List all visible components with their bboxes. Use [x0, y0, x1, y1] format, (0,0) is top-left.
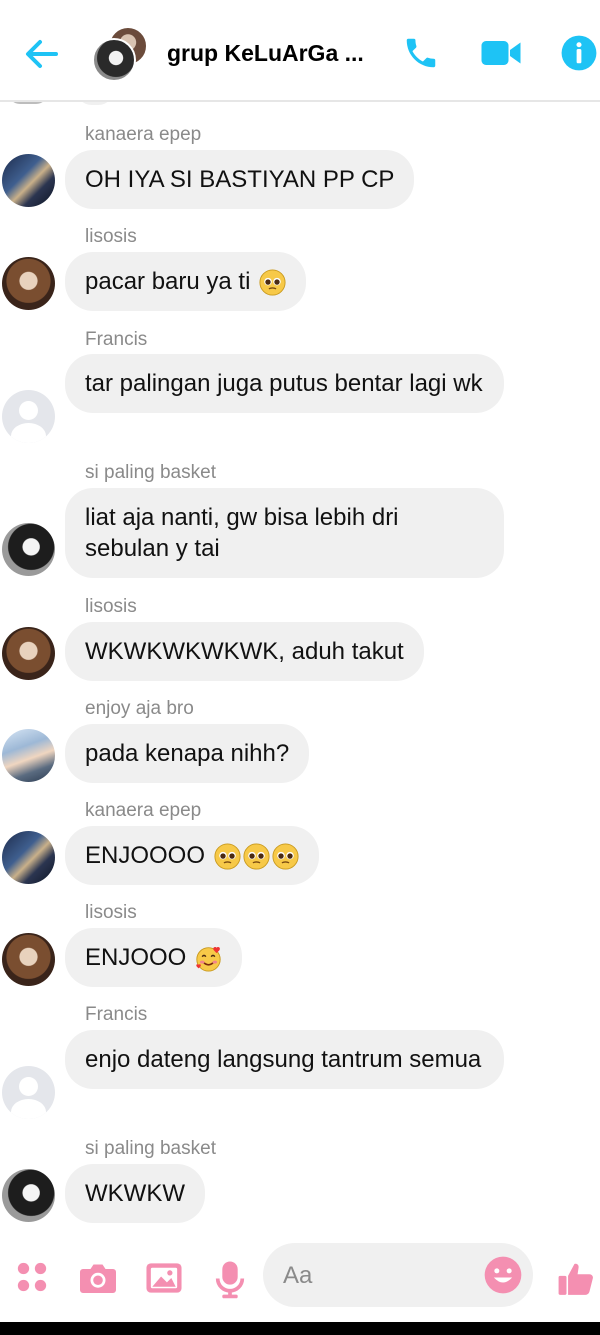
message-text: ENJOOO — [85, 944, 194, 971]
message-bubble[interactable]: tar palingan juga putus bentar lagi wk — [65, 354, 504, 413]
arrow-left-icon[interactable] — [22, 34, 62, 74]
message-text: tar palingan juga putus bentar lagi wk — [85, 370, 483, 397]
message-bubble[interactable]: ENJOOO — [65, 928, 243, 987]
chat-header: grup KeLuArGa ... — [0, 0, 600, 102]
message-composer[interactable] — [263, 1243, 533, 1307]
smiley-icon[interactable] — [483, 1255, 523, 1295]
message-text: WKWKW — [85, 1180, 185, 1207]
pleading-face-icon — [259, 269, 286, 296]
message-bubble[interactable]: ENJOOOO — [65, 826, 319, 885]
avatar[interactable] — [2, 1169, 55, 1222]
message-text: pacar baru ya ti — [85, 268, 258, 295]
sender-name: kanaera epep — [85, 800, 202, 821]
avatar[interactable] — [2, 831, 55, 884]
sender-name: si paling basket — [85, 1138, 216, 1159]
avatar[interactable] — [2, 523, 55, 576]
pleading-face-icon — [272, 843, 299, 870]
avatar[interactable] — [2, 390, 55, 443]
sender-name: kanaera epep — [85, 124, 202, 145]
four-dots-icon[interactable] — [15, 1260, 49, 1294]
system-nav-bar — [0, 1322, 600, 1335]
sender-name: Francis — [85, 1004, 148, 1025]
sender-name: lisosis — [85, 596, 137, 617]
composer-bar — [0, 1240, 600, 1322]
sender-name: enjoy aja bro — [85, 698, 194, 719]
message-bubble[interactable]: pada kenapa nihh? — [65, 724, 310, 783]
pleading-face-icon — [243, 843, 270, 870]
microphone-icon[interactable] — [214, 1260, 246, 1300]
avatar[interactable] — [2, 729, 55, 782]
sender-name: lisosis — [85, 902, 137, 923]
message-bubble[interactable]: OH IYA SI BASTIYAN PP CP — [65, 150, 415, 209]
image-icon[interactable] — [145, 1260, 183, 1296]
sender-name: lisosis — [85, 226, 137, 247]
group-avatar[interactable] — [92, 26, 148, 82]
message-bubble[interactable]: WKWKWKWKWK, aduh takut — [65, 622, 424, 681]
pleading-face-icon — [214, 843, 241, 870]
message-bubble[interactable]: enjo dateng langsung tantrum semua — [65, 1030, 504, 1089]
avatar — [92, 38, 136, 82]
message-bubble[interactable]: liat aja nanti, gw bisa lebih dri sebula… — [65, 488, 504, 578]
message-text: WKWKWKWKWK, aduh takut — [85, 638, 404, 665]
camera-icon[interactable] — [78, 1260, 118, 1296]
smiling-face-with-hearts-icon — [196, 947, 221, 972]
message-text: enjo dateng langsung tantrum semua — [85, 1046, 482, 1073]
message-text: OH IYA SI BASTIYAN PP CP — [85, 166, 395, 193]
avatar[interactable] — [2, 627, 55, 680]
sender-name: si paling basket — [85, 462, 216, 483]
message-input[interactable] — [281, 1255, 475, 1297]
message-text: pada kenapa nihh? — [85, 740, 290, 767]
sender-name: Francis — [85, 329, 148, 350]
avatar[interactable] — [2, 154, 55, 207]
message-bubble[interactable]: pacar baru ya ti — [65, 252, 307, 311]
phone-icon[interactable] — [402, 34, 440, 72]
thumbs-up-icon[interactable] — [556, 1260, 596, 1298]
info-icon[interactable] — [560, 34, 598, 72]
avatar[interactable] — [2, 1066, 55, 1119]
message-list[interactable]: kanaera epep OH IYA SI BASTIYAN PP CP li… — [0, 0, 600, 1240]
message-text: ENJOOOO — [85, 842, 212, 869]
avatar[interactable] — [2, 933, 55, 986]
message-text: liat aja nanti, gw bisa lebih dri sebula… — [85, 504, 399, 562]
chat-title[interactable]: grup KeLuArGa ... — [167, 40, 364, 67]
message-bubble[interactable]: WKWKW — [65, 1164, 205, 1223]
avatar[interactable] — [2, 257, 55, 310]
video-camera-icon[interactable] — [480, 34, 522, 72]
